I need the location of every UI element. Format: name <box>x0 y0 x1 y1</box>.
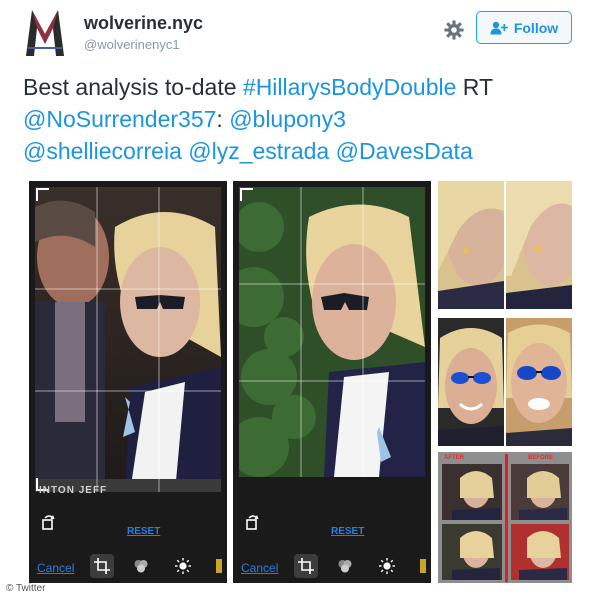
filters-icon[interactable] <box>132 557 150 575</box>
crop-photo <box>239 187 425 477</box>
reset-button[interactable]: RESET <box>127 526 160 537</box>
gear-icon[interactable] <box>443 19 465 41</box>
thumbnail-sunglasses-left[interactable] <box>438 318 504 446</box>
rotate-icon[interactable] <box>243 513 261 531</box>
user-handle[interactable]: @wolverinenyc1 <box>84 37 180 52</box>
thumbnail-sunglasses-right[interactable] <box>506 318 572 446</box>
thumbnail-earring-right[interactable] <box>506 181 572 309</box>
tweet-text: Best analysis to-date #HillarysBodyDoubl… <box>23 71 583 167</box>
crop-icon[interactable] <box>294 554 318 578</box>
mention-link[interactable]: @shelliecorreia <box>23 138 182 164</box>
brightness-icon[interactable] <box>174 557 192 575</box>
mention-link[interactable]: @NoSurrender357 <box>23 106 216 132</box>
display-name[interactable]: wolverine.nyc <box>84 13 203 34</box>
filters-icon[interactable] <box>336 557 354 575</box>
follow-label: Follow <box>513 19 559 36</box>
after-label: AFTER <box>444 455 464 461</box>
banner-text: INTON JEFF <box>39 485 108 496</box>
mention-link[interactable]: @blupony3 <box>229 106 346 132</box>
avatar[interactable] <box>23 8 67 58</box>
right-phone-screenshot[interactable]: RESET Cancel <box>233 181 431 583</box>
after-photos <box>442 464 502 580</box>
cancel-button[interactable]: Cancel <box>241 561 278 575</box>
tweet-text-rt: RT <box>456 74 494 100</box>
toolbar-edge <box>216 559 222 573</box>
rotate-icon[interactable] <box>39 513 57 531</box>
divider-line <box>505 454 508 582</box>
crop-icon[interactable] <box>90 554 114 578</box>
hashtag-link[interactable]: #HillarysBodyDouble <box>243 74 457 100</box>
twitter-watermark: © Twitter <box>6 583 46 594</box>
follow-button[interactable]: Follow <box>476 11 572 44</box>
tweet-text-colon: : <box>216 106 230 132</box>
tweet-text-prefix: Best analysis to-date <box>23 74 243 100</box>
before-photos <box>511 464 569 580</box>
toolbar-edge <box>420 559 426 573</box>
mention-link[interactable]: @lyz_estrada <box>188 138 329 164</box>
mention-link[interactable]: @DavesData <box>336 138 473 164</box>
add-user-icon <box>490 21 508 34</box>
brightness-icon[interactable] <box>378 557 396 575</box>
reset-button[interactable]: RESET <box>331 526 364 537</box>
before-label: BEFORE <box>528 455 554 461</box>
left-phone-screenshot[interactable]: INTON JEFF RESET Cancel <box>29 181 227 583</box>
cancel-button[interactable]: Cancel <box>37 561 74 575</box>
thumbnail-earring-left[interactable] <box>438 181 504 309</box>
crop-photo <box>35 187 221 492</box>
before-after-comparison[interactable]: AFTER BEFORE <box>438 452 572 583</box>
